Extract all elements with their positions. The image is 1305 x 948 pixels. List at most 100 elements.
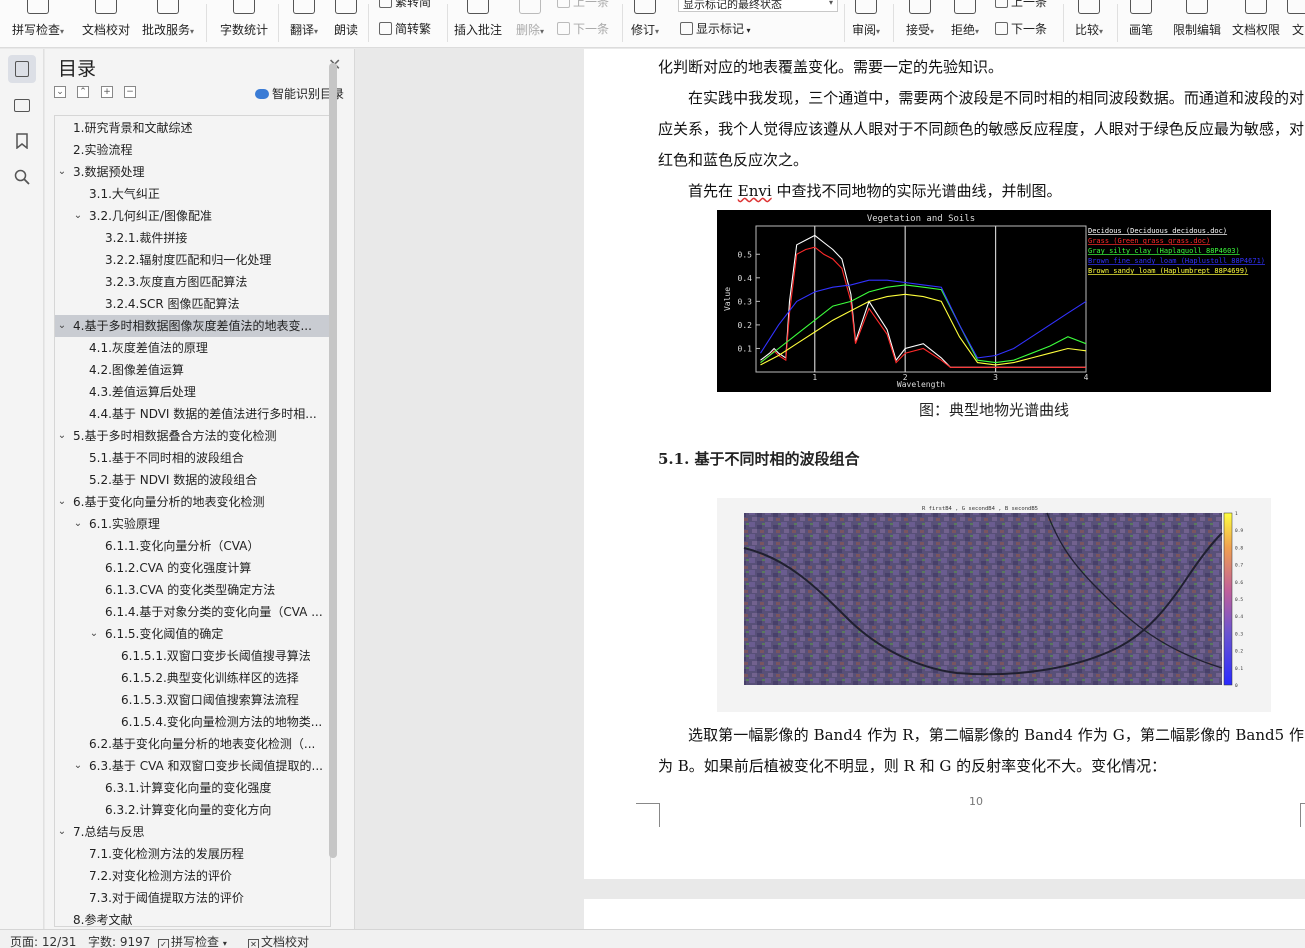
word-count[interactable]: 字数: 9197 [88,933,150,948]
correction-service-button[interactable]: 批改服务▾ [137,0,199,47]
toc-item[interactable]: 6.2.基于变化向量分析的地表变化检测（... [55,733,330,755]
toc-item[interactable]: ⌄ 6.基于变化向量分析的地表变化检测 [55,491,330,513]
search-icon[interactable] [8,163,36,191]
toc-item[interactable]: ⌄ 6.1.5.变化阈值的确定 [55,623,330,645]
more-button[interactable]: 文 [1287,0,1305,47]
toc-item[interactable]: 4.2.图像差值运算 [55,359,330,381]
toc-item[interactable]: ⌄ 5.基于多时相数据叠合方法的变化检测 [55,425,330,447]
delete-comment-button[interactable]: 删除▾ [511,0,549,47]
compare-button[interactable]: 比较▾ [1071,0,1107,47]
simplified-convert-button[interactable]: 简转繁 [379,20,431,37]
paragraph[interactable]: 选取第一幅影像的 Band4 作为 R，第二幅影像的 Band4 作为 G，第二… [658,720,1304,782]
insert-comment-button[interactable]: 插入批注 [452,0,504,47]
chevron-down-icon[interactable]: ⌄ [56,315,68,337]
spectral-curve-figure[interactable]: Vegetation and Soils Wavelength Value 1 2 3 4 0… [717,210,1271,392]
word-count-button[interactable]: 字数统计 [216,0,272,47]
accept-button[interactable]: 接受▾ [901,0,939,47]
toc-item[interactable]: 6.1.4.基于对象分类的变化向量（CVA ... [55,601,330,623]
document-page[interactable]: 化判断对应的地表覆盖变化。需要一定的先验知识。 在实践中我发现，三个通道中，需要… [584,49,1305,879]
toc-item[interactable]: 3.2.1.裁件拼接 [55,227,330,249]
toc-scrollbar-thumb[interactable] [329,63,337,858]
paragraph[interactable]: 化判断对应的地表覆盖变化。需要一定的先验知识。 [658,52,1304,83]
pen-button[interactable]: 画笔 [1126,0,1156,47]
doc-permission-button[interactable]: 文档权限 [1231,0,1281,47]
toc-item[interactable]: 3.2.4.SCR 图像匹配算法 [55,293,330,315]
more-icon [1287,0,1305,14]
show-markup-button[interactable]: 显示标记 ▾ [680,20,751,37]
toc-item[interactable]: ⌄ 6.1.实验原理 [55,513,330,535]
toc-item[interactable]: 3.2.3.灰度直方图匹配算法 [55,271,330,293]
translate-button[interactable]: 翻译▾ [285,0,323,47]
chevron-down-icon[interactable]: ⌄ [88,623,100,645]
toc-item[interactable]: 7.2.对变化检测方法的评价 [55,865,330,887]
band-composite-figure[interactable]: R firstB4 , G secondB4 , B secondB5 1 0.9… [717,498,1271,712]
restrict-edit-button[interactable]: 限制编辑 [1169,0,1225,47]
review-button[interactable]: 审阅▾ [848,0,884,47]
read-aloud-button[interactable]: 朗读 [329,0,363,47]
toc-item[interactable]: 6.1.5.1.双窗口变步长阈值搜寻算法 [55,645,330,667]
toc-panel-icon[interactable] [8,55,36,83]
toc-item[interactable]: 6.1.1.变化向量分析（CVA） [55,535,330,557]
toc-item[interactable]: 4.1.灰度差值法的原理 [55,337,330,359]
toc-item[interactable]: 3.1.大气纠正 [55,183,330,205]
toc-item[interactable]: 4.4.基于 NDVI 数据的差值法进行多时相... [55,403,330,425]
proofread-button[interactable]: 文档校对 [79,0,133,47]
toc-item[interactable]: ⌄ 3.2.几何纠正/图像配准 [55,205,330,227]
ribbon-label-text: 上一条 [1011,0,1048,9]
toc-item[interactable]: 1.研究背景和文献综述 [55,117,330,139]
chevron-down-icon[interactable]: ⌄ [72,513,84,535]
collapse-all-icon[interactable]: ⌄ [54,86,66,98]
bookmark-icon[interactable] [8,127,36,155]
chevron-down-icon[interactable]: ⌄ [56,491,68,513]
toc-item[interactable]: ⌄ 7.总结与反思 [55,821,330,843]
toc-item[interactable]: 6.1.5.2.典型变化训练样区的选择 [55,667,330,689]
ribbon-button-label: 限制编辑 [1169,21,1225,38]
toc-item[interactable]: 4.3.差值运算后处理 [55,381,330,403]
toc-item[interactable]: ⌄ 4.基于多时相数据图像灰度差值法的地表变... [55,315,330,337]
toc-item[interactable]: ⌄ 6.3.基于 CVA 和双窗口变步长阈值提取的... [55,755,330,777]
toc-item[interactable]: 6.1.5.3.双窗口阈值搜索算法流程 [55,689,330,711]
remove-heading-icon[interactable]: − [124,86,136,98]
toc-item[interactable]: 7.1.变化检测方法的发展历程 [55,843,330,865]
chevron-down-icon[interactable]: ⌄ [56,821,68,843]
navigation-panel-icon[interactable] [8,91,36,119]
page-indicator[interactable]: 页面: 12/31 [10,933,76,948]
toc-item[interactable]: 3.2.2.辐射度匹配和归一化处理 [55,249,330,271]
chevron-down-icon[interactable]: ⌄ [56,161,68,183]
next-document-page[interactable] [584,899,1305,929]
paragraph[interactable]: 首先在 Envi 中查找不同地物的实际光谱曲线，并制图。 [658,176,1304,207]
toc-item[interactable]: 6.1.3.CVA 的变化类型确定方法 [55,579,330,601]
track-changes-button[interactable]: 修订▾ [630,0,660,47]
spellcheck-button[interactable]: 拼写检查▾ [8,0,68,47]
document-area[interactable]: 化判断对应的地表覆盖变化。需要一定的先验知识。 在实践中我发现，三个通道中，需要… [356,49,1305,929]
chevron-down-icon: ▾ [190,27,195,36]
traditional-convert-button[interactable]: 繁转简 [379,0,431,10]
reject-button[interactable]: 拒绝▾ [946,0,984,47]
paragraph[interactable]: 在实践中我发现，三个通道中，需要两个波段是不同时相的相同波段数据。而通道和波段的… [658,83,1304,176]
chevron-down-icon[interactable]: ⌄ [56,425,68,447]
toc-item[interactable]: 6.3.1.计算变化向量的变化强度 [55,777,330,799]
toc-item[interactable]: ⌄ 3.数据预处理 [55,161,330,183]
legend-entry: Brown sandy loam (Haplumbrept 88P4699) [1088,267,1248,275]
toc-item[interactable]: 6.1.5.4.变化向量检测方法的地物类... [55,711,330,733]
prev-change-button[interactable]: 上一条 [995,0,1047,10]
next-change-button[interactable]: 下一条 [995,20,1047,37]
toc-item[interactable]: 6.1.2.CVA 的变化强度计算 [55,557,330,579]
spell-error-word[interactable]: Envi [738,182,772,200]
toc-item[interactable]: 5.2.基于 NDVI 数据的波段组合 [55,469,330,491]
toc-item[interactable]: 5.1.基于不同时相的波段组合 [55,447,330,469]
expand-up-icon[interactable]: ⌃ [77,86,89,98]
toc-item[interactable]: 7.3.对于阈值提取方法的评价 [55,887,330,909]
chevron-down-icon[interactable]: ⌄ [72,755,84,777]
proofread-status[interactable]: ✕ 文档校对 [248,933,309,948]
toc-item[interactable]: 6.3.2.计算变化向量的变化方向 [55,799,330,821]
prev-comment-button[interactable]: 上一条 [557,0,609,10]
add-heading-icon[interactable]: + [101,86,113,98]
spell-check-status[interactable]: ✓ 拼写检查 ▾ [158,933,227,948]
section-heading[interactable]: 5.1. 基于不同时相的波段组合 [658,444,860,474]
toc-item[interactable]: 8.参考文献 [55,909,330,926]
toc-item[interactable]: 2.实验流程 [55,139,330,161]
markup-mode-select[interactable]: 显示标记的最终状态 ▾ [678,0,838,12]
next-comment-button[interactable]: 下一条 [557,20,609,37]
chevron-down-icon[interactable]: ⌄ [72,205,84,227]
